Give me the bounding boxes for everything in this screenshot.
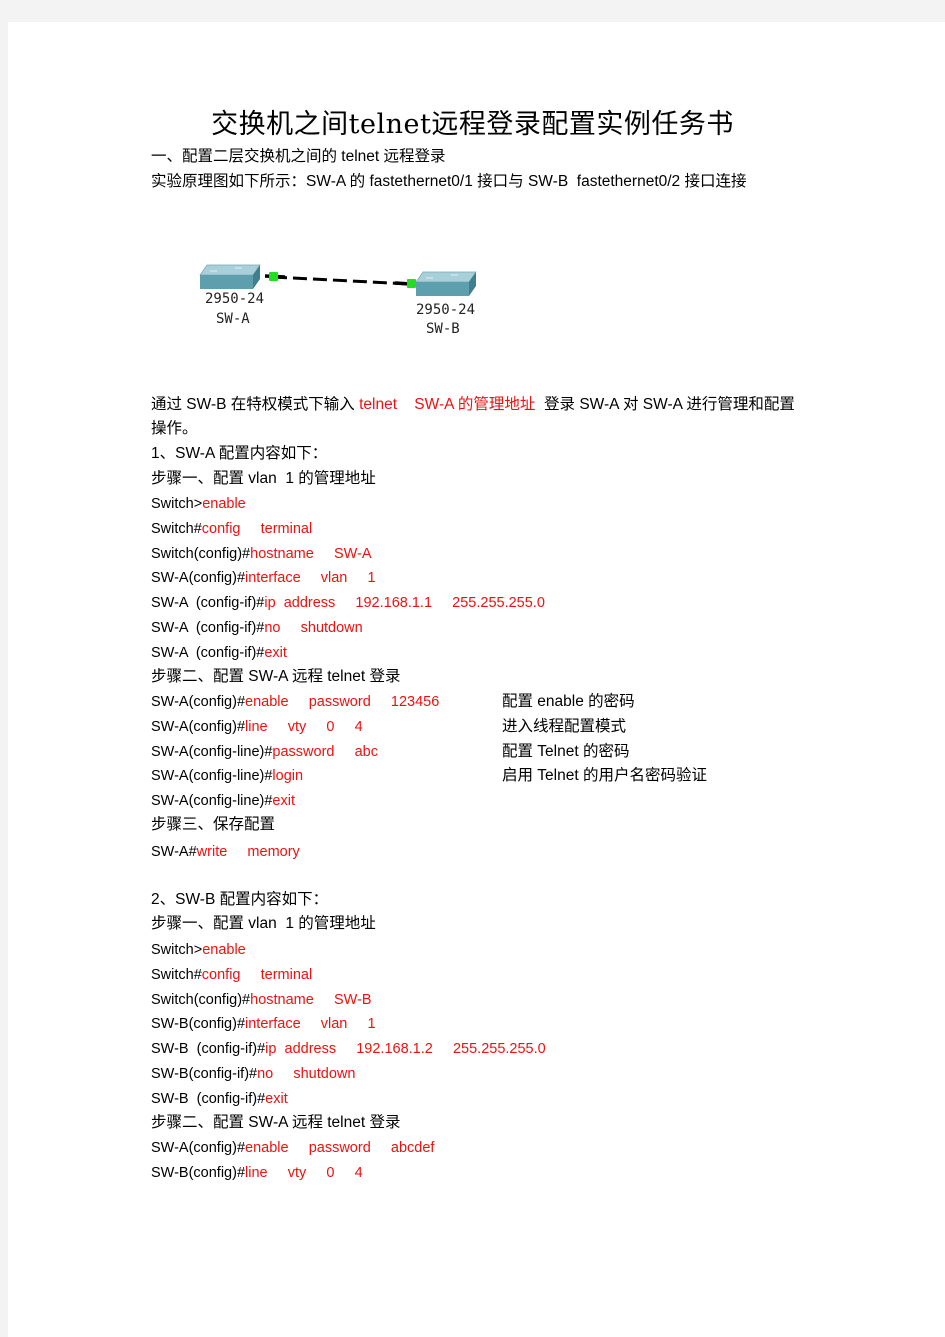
port-indicator-a xyxy=(269,272,278,281)
swa-step3-heading: 步骤三、保存配置 xyxy=(151,816,276,833)
command-text: hostname SW-A xyxy=(250,545,372,562)
command-text: enable xyxy=(202,496,246,512)
port-indicator-b xyxy=(407,279,416,288)
section-heading: 一、配置二层交换机之间的 telnet 远程登录 xyxy=(151,148,446,165)
description-text: 通过 SW-B 在特权模式下输入 telnet SW-A 的管理地址 登录 SW… xyxy=(151,395,795,415)
command-prompt: SW-A (config-if)# xyxy=(151,620,265,636)
switch-a-name: SW-A xyxy=(216,311,250,327)
command-text: interface vlan 1 xyxy=(245,570,376,587)
document-title: 交换机之间telnet远程登录配置实例任务书 xyxy=(211,109,734,140)
command-text: hostname SW-B xyxy=(250,991,372,1008)
command-line: Switch>enable xyxy=(151,940,246,960)
document-page xyxy=(8,22,945,1337)
command-prompt: SW-A(config)# xyxy=(151,718,246,735)
command-line: SW-A(config-line)#exit xyxy=(151,791,295,811)
command-prompt: SW-B(config-if)# xyxy=(151,1066,258,1082)
command-text: exit xyxy=(264,644,287,661)
command-text: enable password 123456 xyxy=(245,694,440,710)
command-text: enable password abcdef xyxy=(245,1140,435,1156)
command-prompt: Switch(config)# xyxy=(151,545,251,562)
command-prompt: SW-A(config)# xyxy=(151,694,246,710)
command-text: ip address 192.168.1.1 255.255.255.0 xyxy=(264,595,545,612)
command-text: login xyxy=(272,768,304,785)
command-prompt: Switch(config)# xyxy=(151,991,251,1008)
command-text: line vty 0 4 xyxy=(245,718,363,735)
command-line: SW-A (config-if)#no shutdown xyxy=(151,618,363,638)
command-text: line vty 0 4 xyxy=(245,1164,363,1181)
command-line: SW-B (config-if)#ip address 192.168.1.2 … xyxy=(151,1039,546,1059)
command-prompt: SW-A(config-line)# xyxy=(151,793,273,810)
switch-b-name: SW-B xyxy=(426,321,460,337)
command-line: Switch#config terminal xyxy=(151,519,312,539)
command-text: password abc xyxy=(272,743,378,760)
command-prompt: SW-A(config)# xyxy=(151,1140,246,1156)
command-text: no shutdown xyxy=(264,620,363,636)
description-text-line2: 操作。 xyxy=(151,420,198,437)
network-topology-diagram: 2950-24 SW-A 2950-24 SW-B xyxy=(195,250,495,350)
command-prompt: Switch> xyxy=(151,942,203,958)
command-prompt: SW-B (config-if)# xyxy=(151,1041,266,1058)
intro-text: 实验原理图如下所示：SW-A 的 fastethernet0/1 接口与 SW-… xyxy=(151,173,747,190)
command-line: SW-A (config-if)#ip address 192.168.1.1 … xyxy=(151,593,545,613)
command-text: interface vlan 1 xyxy=(245,1016,376,1033)
link-line xyxy=(264,274,412,286)
command-prompt: Switch> xyxy=(151,496,203,512)
command-line: SW-A#write memory xyxy=(151,842,300,862)
command-note: 启用 Telnet 的用户名密码验证 xyxy=(502,767,707,785)
command-prompt: SW-B (config-if)# xyxy=(151,1090,266,1107)
swb-step2-heading: 步骤二、配置 SW-A 远程 telnet 登录 xyxy=(151,1114,401,1131)
description-part1: 通过 SW-B 在特权模式下输入 xyxy=(151,396,360,413)
command-line: SW-A(config)#enable password 123456 xyxy=(151,692,439,712)
switch-b-model: 2950-24 xyxy=(416,302,476,318)
command-text: config terminal xyxy=(201,966,313,983)
command-line: SW-A (config-if)#exit xyxy=(151,643,287,663)
command-line: Switch(config)#hostname SW-A xyxy=(151,544,372,564)
command-prompt: Switch# xyxy=(151,520,202,537)
swb-step1-heading: 步骤一、配置 vlan 1 的管理地址 xyxy=(151,915,376,932)
command-prompt: SW-A (config-if)# xyxy=(151,644,265,661)
command-prompt: SW-A# xyxy=(151,844,197,860)
command-line: SW-B(config-if)#no shutdown xyxy=(151,1064,355,1084)
command-line: SW-B (config-if)#exit xyxy=(151,1089,288,1109)
command-line: Switch(config)#hostname SW-B xyxy=(151,990,372,1010)
command-line: SW-A(config)#line vty 0 4 xyxy=(151,717,363,737)
command-prompt: Switch# xyxy=(151,966,202,983)
command-prompt: SW-A(config-line)# xyxy=(151,743,273,760)
description-part2: 登录 SW-A 对 SW-A 进行管理和配置 xyxy=(535,396,795,413)
description-highlight: telnet SW-A 的管理地址 xyxy=(359,396,536,413)
command-prompt: SW-A(config-line)# xyxy=(151,768,273,785)
command-line: SW-A(config)#interface vlan 1 xyxy=(151,568,376,588)
command-text: config terminal xyxy=(201,520,313,537)
command-note: 配置 Telnet 的密码 xyxy=(502,742,630,760)
command-text: enable xyxy=(202,942,246,958)
command-text: exit xyxy=(265,1090,288,1107)
command-prompt: SW-B(config)# xyxy=(151,1164,246,1181)
command-line: SW-A(config-line)#login xyxy=(151,766,303,786)
command-note: 配置 enable 的密码 xyxy=(502,693,635,710)
command-text: write memory xyxy=(196,844,300,860)
command-prompt: SW-A (config-if)# xyxy=(151,595,265,612)
switch-a-icon xyxy=(199,264,261,289)
swa-step1-heading: 步骤一、配置 vlan 1 的管理地址 xyxy=(151,470,376,487)
command-line: Switch>enable xyxy=(151,494,246,514)
command-note: 进入线程配置模式 xyxy=(502,717,627,735)
command-text: exit xyxy=(272,793,295,810)
swb-heading: 2、SW-B 配置内容如下： xyxy=(151,891,329,908)
swa-heading: 1、SW-A 配置内容如下： xyxy=(151,445,328,462)
switch-b-icon xyxy=(415,271,477,296)
command-prompt: SW-A(config)# xyxy=(151,570,246,587)
command-line: SW-B(config)#line vty 0 4 xyxy=(151,1163,363,1183)
command-prompt: SW-B(config)# xyxy=(151,1016,246,1033)
switch-a-model: 2950-24 xyxy=(205,291,265,307)
command-text: ip address 192.168.1.2 255.255.255.0 xyxy=(265,1041,546,1058)
swa-step2-heading: 步骤二、配置 SW-A 远程 telnet 登录 xyxy=(151,668,401,685)
command-line: SW-A(config)#enable password abcdef xyxy=(151,1138,434,1158)
command-line: SW-A(config-line)#password abc xyxy=(151,742,378,762)
command-text: no shutdown xyxy=(257,1066,356,1082)
command-line: SW-B(config)#interface vlan 1 xyxy=(151,1014,376,1034)
command-line: Switch#config terminal xyxy=(151,965,312,985)
